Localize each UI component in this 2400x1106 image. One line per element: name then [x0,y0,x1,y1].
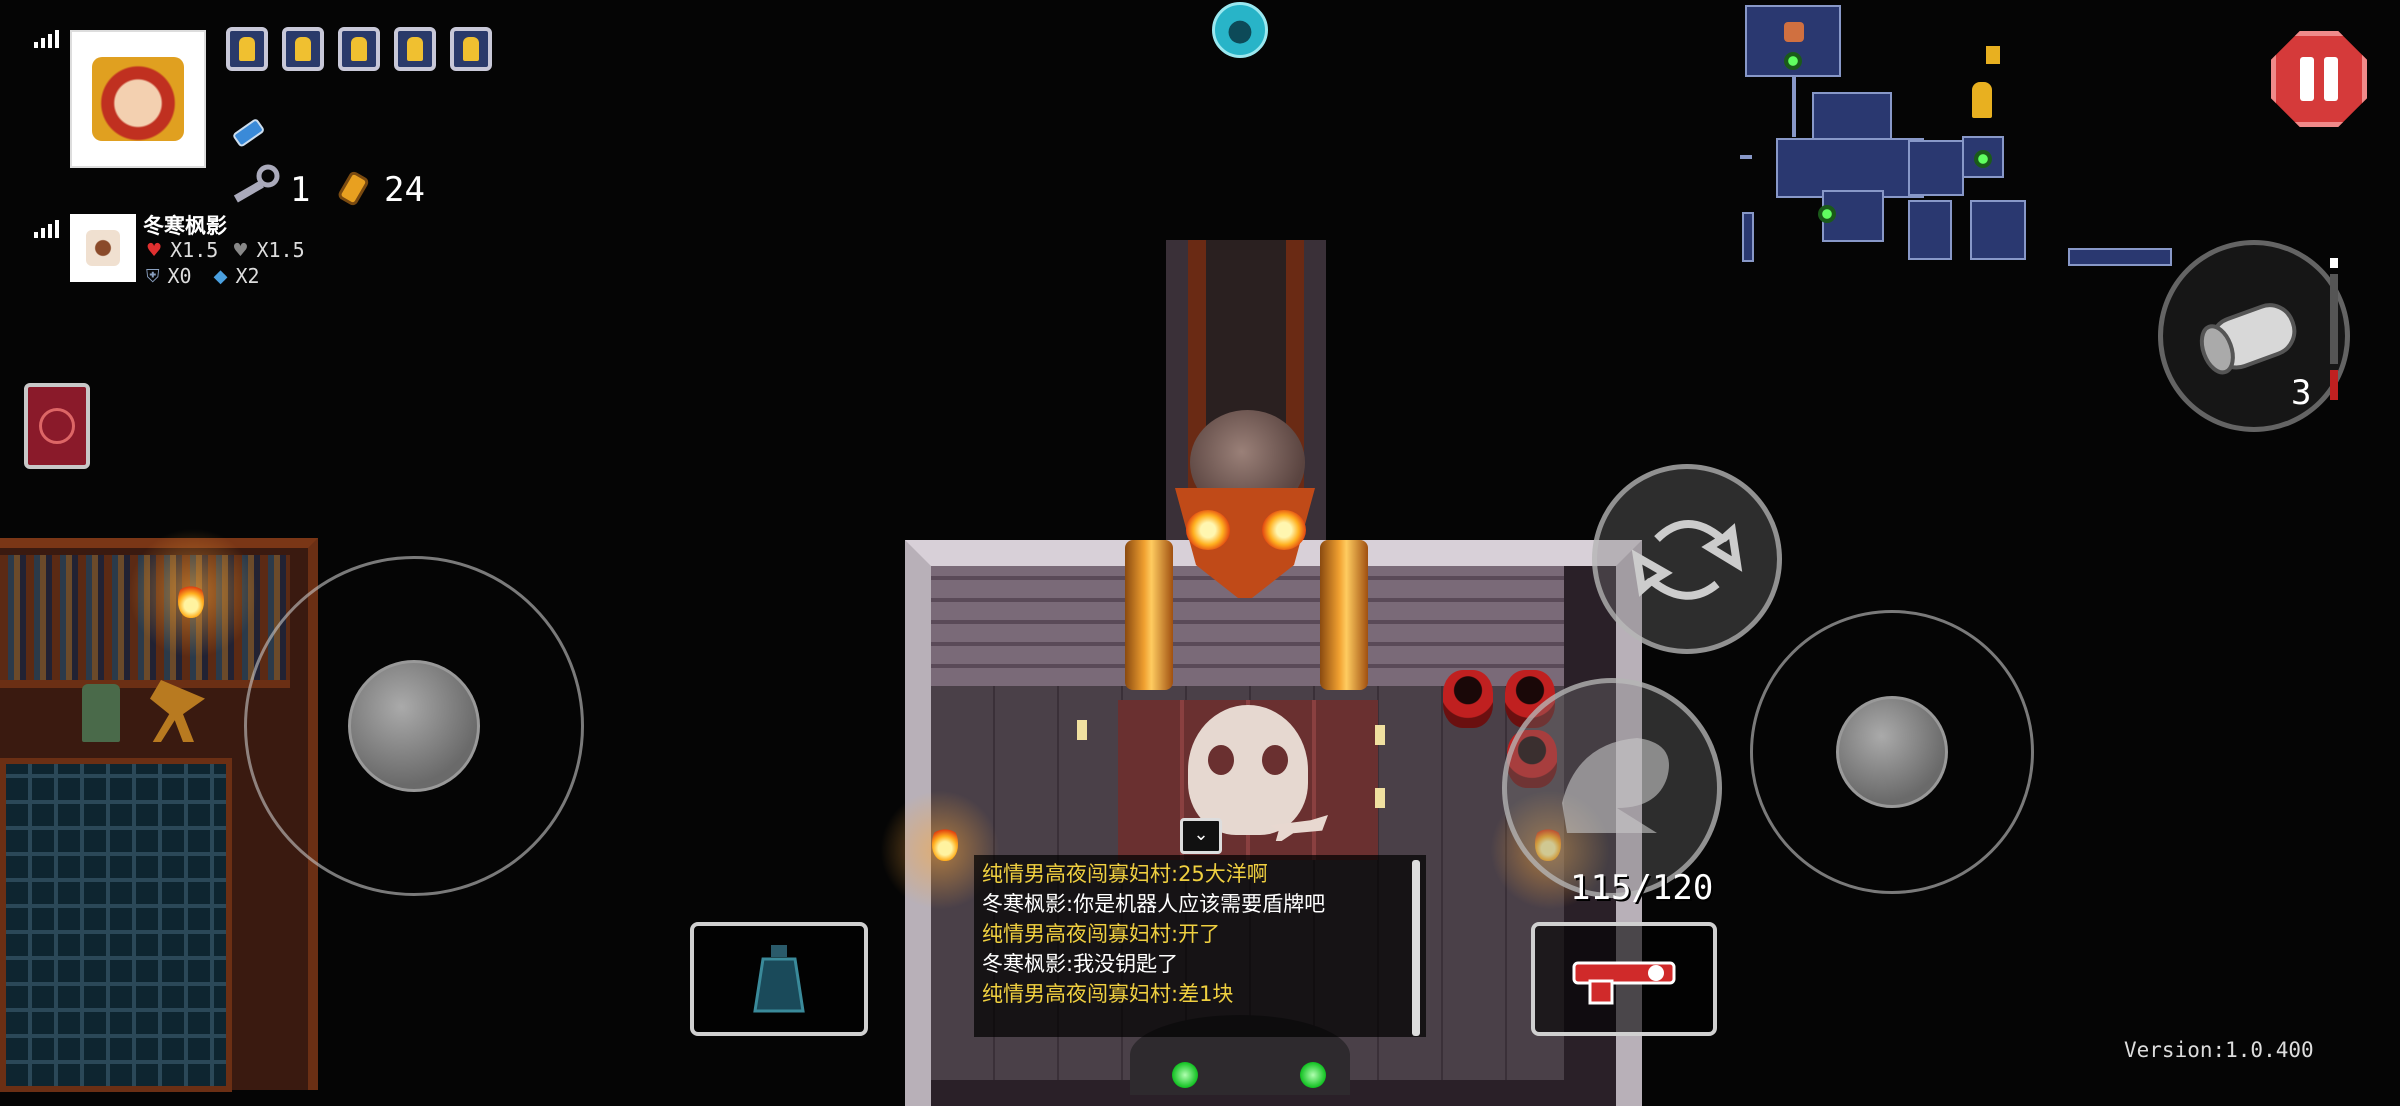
avatar [70,214,136,282]
active-item-charge-bar [2330,258,2344,418]
reload-button[interactable] [1592,464,1782,654]
minimap-room [1742,212,1754,262]
move-joystick-knob[interactable] [348,660,480,792]
player2-stats-row1: ♥ X1.5 ♥ X1.5 [146,238,305,262]
minimap-room [1908,200,1952,260]
candle [1077,720,1087,740]
signal-icon [34,30,59,48]
keys-count: 1 [290,170,311,210]
skull-rug [1188,705,1308,835]
glowing-eye-icon [1186,510,1230,550]
player2-stats-row2: ⛨ X0 ◆ X2 [146,264,260,288]
minimap-room [1812,92,1892,142]
version-label: Version:1.0.400 [2124,1038,2314,1062]
damage-mult: X1.5 [170,238,219,262]
minimap-corridor [1740,155,1752,159]
shells-count: 24 [384,170,425,210]
green-gem-icon [1300,1062,1326,1088]
blanks-row [226,27,492,71]
key-marker-icon [1986,46,2000,64]
gold-pillar-right [1320,540,1368,690]
aim-joystick-knob[interactable] [1836,696,1948,808]
chat-message: 纯情男高夜闯寡妇村:差1块 [982,982,1234,1006]
heart-outline-icon: ♥ [232,239,249,261]
chat-message: 冬寒枫影:我没钥匙了 [982,952,1179,976]
active-item-button[interactable]: 3 [2158,240,2350,432]
glowing-eye-icon [1262,510,1306,550]
avatar [70,30,206,168]
book-item-icon[interactable] [24,383,90,469]
chest-marker-icon [1818,205,1836,223]
minimap-corridor [1792,77,1796,137]
blank-icon [226,27,268,71]
chat-message: 冬寒枫影:你是机器人应该需要盾牌吧 [982,892,1326,916]
person-icon[interactable]: ● [1212,2,1268,58]
dodge-roll-icon [1562,738,1669,833]
torch-flame-icon [178,582,204,618]
chat-scrollbar[interactable] [1412,860,1420,1036]
gun-icon [1572,961,1676,1005]
chest-marker-icon [1974,150,1992,168]
candle [1375,725,1385,745]
consumable-slot[interactable] [690,922,868,1036]
minimap-room [1970,200,2026,260]
key-icon [228,164,284,208]
explosive-barrel[interactable] [1443,670,1493,728]
blank-small-icon: ◆ [213,265,228,287]
shop-marker-icon [1972,82,1992,118]
blank-icon [338,27,380,71]
reload-icon [1631,520,1743,600]
green-gem-icon [1172,1062,1198,1088]
minimap-room [1908,140,1964,196]
player-marker-icon [1784,22,1804,42]
potion-icon [753,945,805,1013]
player2-name: 冬寒枫影 [143,214,227,238]
health-mult: X1.5 [256,238,305,262]
active-item-icon [2199,303,2297,375]
shell-casing-icon [334,168,378,212]
skull-eye [1262,745,1288,775]
bullet-item-icon [228,112,268,152]
weapon-slot[interactable] [1531,922,1717,1036]
signal-icon [34,220,59,238]
npc-character[interactable] [82,684,120,742]
chest-marker-icon [1784,52,1802,70]
gold-pillar-left [1125,540,1173,690]
armor-count: X0 [167,264,192,288]
minimap[interactable] [1740,0,2180,270]
active-item-charges: 3 [2291,373,2312,413]
ammo-counter: 115/120 [1570,868,1714,908]
blank-icon [282,27,324,71]
blanks-count: X2 [235,264,260,288]
chat-message: 纯情男高夜闯寡妇村:25大洋啊 [982,862,1268,886]
chevron-down-icon: ⌄ [1180,818,1222,854]
candle [1375,788,1385,808]
blank-icon [394,27,436,71]
armor-icon: ⛨ [146,265,160,287]
blank-icon [450,27,492,71]
blue-carpet [0,758,232,1092]
chat-message: 纯情男高夜闯寡妇村:开了 [982,922,1221,946]
skull-eye [1208,745,1234,775]
torch-flame-icon [932,825,958,861]
dodge-roll-button[interactable] [1502,678,1722,898]
heart-icon: ♥ [146,239,163,261]
minimap-room [2068,248,2172,266]
chat-log[interactable]: 纯情男高夜闯寡妇村:25大洋啊冬寒枫影:你是机器人应该需要盾牌吧 纯情男高夜闯寡妇… [974,855,1426,1037]
minimap-room [1776,138,1924,198]
